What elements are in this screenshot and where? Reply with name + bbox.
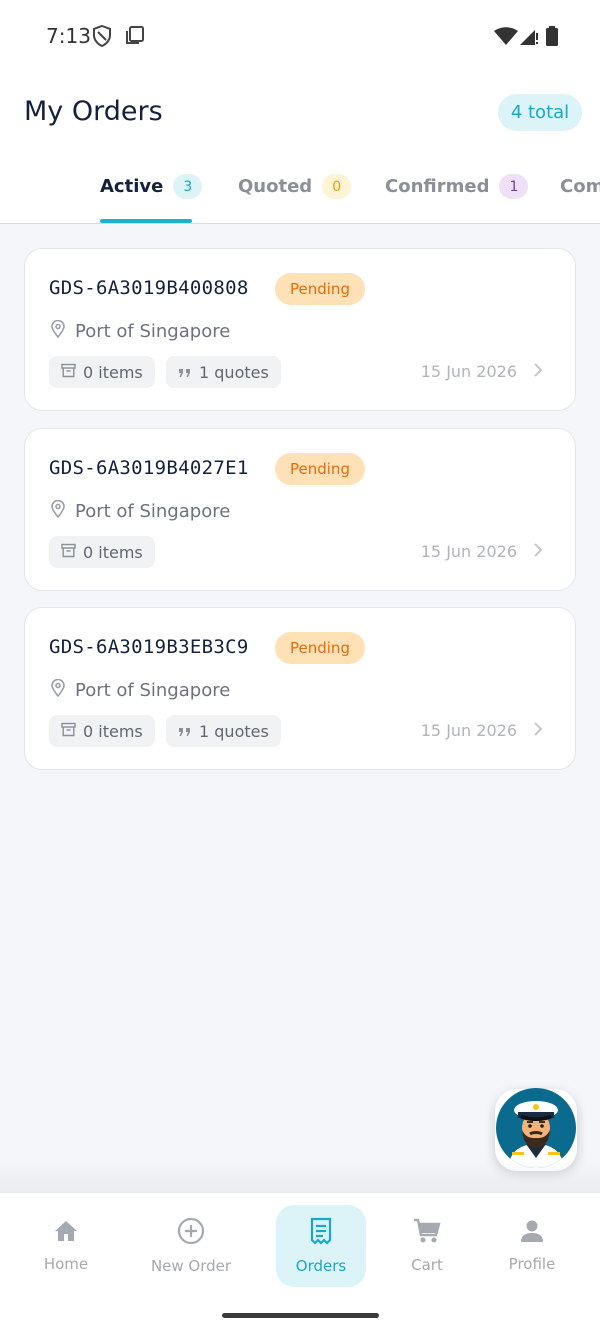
tab-label: Active: [100, 176, 164, 197]
tab-count-badge: 3: [173, 174, 203, 199]
quotes-chip: 1 quotes: [166, 715, 281, 747]
quotes-count: 1 quotes: [199, 721, 269, 741]
items-chip: 0 items: [49, 715, 155, 747]
status-badge: Pending: [275, 453, 365, 485]
page-title: My Orders: [24, 96, 163, 127]
archive-box-icon: [61, 722, 76, 741]
items-count: 0 items: [83, 542, 143, 562]
nav-item-cart[interactable]: Cart: [387, 1205, 467, 1287]
chevron-right-icon: [533, 542, 543, 563]
home-icon: [53, 1219, 79, 1247]
status-badge: Pending: [275, 273, 365, 305]
tab-label: Confirmed: [385, 176, 490, 197]
status-time: 7:13: [46, 24, 91, 48]
order-card[interactable]: GDS-6A3019B3EB3C9 Pending Port of Singap…: [24, 607, 576, 770]
port-row: Port of Singapore: [51, 678, 231, 702]
port-name: Port of Singapore: [75, 501, 231, 522]
nav-item-new-order[interactable]: New Order: [141, 1205, 241, 1287]
items-chip: 0 items: [49, 536, 155, 568]
archive-box-icon: [61, 363, 76, 382]
nav-label: Orders: [295, 1257, 347, 1275]
tab-completed[interactable]: Com: [560, 160, 600, 224]
bottom-fade: [0, 1160, 600, 1194]
quotes-chip: 1 quotes: [166, 356, 281, 388]
person-icon: [520, 1219, 544, 1247]
port-row: Port of Singapore: [51, 319, 231, 343]
quote-icon: [178, 363, 192, 382]
port-name: Port of Singapore: [75, 680, 231, 701]
order-card[interactable]: GDS-6A3019B400808 Pending Port of Singap…: [24, 248, 576, 411]
order-date: 15 Jun 2026: [420, 721, 517, 740]
gesture-home-bar[interactable]: [222, 1313, 379, 1318]
quotes-count: 1 quotes: [199, 362, 269, 382]
tab-count-badge: 1: [499, 174, 529, 199]
order-card[interactable]: GDS-6A3019B4027E1 Pending Port of Singap…: [24, 428, 576, 591]
port-name: Port of Singapore: [75, 321, 231, 342]
tab-label: Quoted: [238, 176, 313, 197]
bottom-nav: Home New Order Orders Cart Profile: [0, 1193, 600, 1333]
nav-label: Profile: [508, 1255, 556, 1273]
nav-item-orders[interactable]: Orders: [276, 1205, 366, 1287]
shield-icon: [92, 24, 112, 53]
active-tab-indicator: [100, 219, 192, 223]
battery-icon: [546, 26, 558, 51]
nav-label: Cart: [411, 1256, 443, 1274]
order-date: 15 Jun 2026: [420, 542, 517, 561]
quote-icon: [178, 722, 192, 741]
order-id: GDS-6A3019B3EB3C9: [49, 636, 249, 658]
items-count: 0 items: [83, 362, 143, 382]
items-chip: 0 items: [49, 356, 155, 388]
chevron-right-icon: [533, 362, 543, 383]
cart-icon: [413, 1218, 441, 1248]
nav-item-home[interactable]: Home: [16, 1205, 116, 1287]
tab-label: Com: [560, 176, 600, 197]
status-bar: 7:13: [0, 0, 600, 72]
status-badge: Pending: [275, 632, 365, 664]
plus-circle-icon: [177, 1217, 205, 1249]
items-count: 0 items: [83, 721, 143, 741]
tab-confirmed[interactable]: Confirmed 1: [385, 160, 529, 224]
order-id: GDS-6A3019B4027E1: [49, 457, 249, 479]
top-bar: 7:13 My Orders 4 total Active 3 Quoted 0…: [0, 0, 600, 224]
order-id: GDS-6A3019B400808: [49, 277, 249, 299]
tab-active[interactable]: Active 3: [100, 160, 203, 224]
port-row: Port of Singapore: [51, 499, 231, 523]
location-pin-icon: [51, 319, 65, 343]
receipt-icon: [309, 1217, 333, 1249]
nav-label: Home: [43, 1255, 89, 1273]
order-date: 15 Jun 2026: [420, 362, 517, 381]
nav-label: New Order: [150, 1257, 232, 1275]
signal-icon: [520, 27, 538, 50]
assistant-fab-button[interactable]: [495, 1087, 577, 1171]
copy-icon: [124, 24, 146, 51]
wifi-icon: [494, 27, 518, 50]
location-pin-icon: [51, 678, 65, 702]
total-count-badge: 4 total: [498, 94, 582, 131]
tab-quoted[interactable]: Quoted 0: [238, 160, 352, 224]
archive-box-icon: [61, 543, 76, 562]
tab-count-badge: 0: [322, 174, 352, 199]
chevron-right-icon: [533, 721, 543, 742]
nav-item-profile[interactable]: Profile: [492, 1205, 572, 1287]
location-pin-icon: [51, 499, 65, 523]
